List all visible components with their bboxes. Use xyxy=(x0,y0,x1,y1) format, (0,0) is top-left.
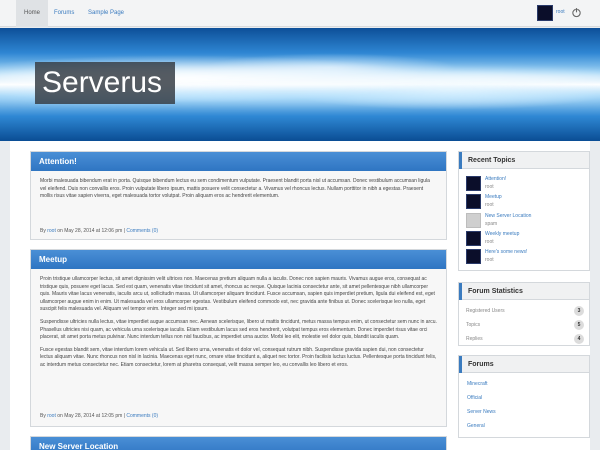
post-meetup: Meetup Proin tristique ullamcorper lectu… xyxy=(30,249,447,427)
recent-topic-item[interactable]: Weekly meetup root xyxy=(466,231,584,247)
post-comments-link[interactable]: Comments (0) xyxy=(126,228,158,234)
post-meta: By root on May 28, 2014 at 12:06 pm | Co… xyxy=(40,228,158,234)
widget-forums: Forums Minecraft Official Server News Ge… xyxy=(458,355,590,438)
forum-link-general[interactable]: General xyxy=(467,423,485,429)
topic-author: root xyxy=(485,257,494,263)
stat-label: Topics xyxy=(466,322,481,328)
topic-title-link[interactable]: Weekly meetup xyxy=(485,231,519,237)
forum-link-official[interactable]: Official xyxy=(467,395,482,401)
site-title[interactable]: Serverus xyxy=(42,65,162,101)
topic-author: root xyxy=(485,202,494,208)
top-nav: Home Forums Sample Page root xyxy=(0,0,600,27)
post-content: Morbi malesuada bibendum erat in porta. … xyxy=(31,171,446,201)
nav-home[interactable]: Home xyxy=(16,0,49,27)
forum-link-minecraft[interactable]: Minecraft xyxy=(467,381,488,387)
post-paragraph: Fusce egestas blandit sem, vitae interdu… xyxy=(40,346,437,368)
post-by: By xyxy=(40,413,46,419)
topic-title-link[interactable]: Meetup xyxy=(485,194,502,200)
logout-icon[interactable] xyxy=(571,7,582,18)
stat-row: Registered Users 3 xyxy=(466,306,584,316)
stat-row: Replies 4 xyxy=(466,334,584,344)
recent-topic-item[interactable]: Attention! root xyxy=(466,176,584,192)
user-name-link[interactable]: root xyxy=(556,9,565,15)
post-author-link[interactable]: root xyxy=(47,228,56,234)
user-avatar[interactable] xyxy=(537,5,553,21)
topic-avatar xyxy=(466,194,481,209)
stat-label: Replies xyxy=(466,336,483,342)
topic-author: spam xyxy=(485,221,498,227)
stat-row: Topics 5 xyxy=(466,320,584,330)
widget-title: Forum Statistics xyxy=(459,283,589,300)
topic-title-link[interactable]: Here's some news! xyxy=(485,249,527,255)
post-date: on May 28, 2014 at 12:05 pm | xyxy=(57,413,125,419)
post-title[interactable]: New Server Location xyxy=(31,437,446,450)
post-content: Proin tristique ullamcorper lectus, sit … xyxy=(31,269,446,370)
post-comments-link[interactable]: Comments (0) xyxy=(126,413,158,419)
topic-avatar xyxy=(466,213,481,228)
widget-title: Recent Topics xyxy=(459,152,589,169)
post-paragraph: Proin tristique ullamcorper lectus, sit … xyxy=(40,276,435,313)
topic-avatar xyxy=(466,176,481,191)
recent-topic-item[interactable]: New Server Location spam xyxy=(466,213,584,229)
nav-forums[interactable]: Forums xyxy=(46,0,82,27)
post-paragraph: Suspendisse ultricies nulla lectus, vita… xyxy=(40,318,437,341)
widget-recent-topics: Recent Topics Attention! root Meetup roo… xyxy=(458,151,590,271)
topic-avatar xyxy=(466,249,481,264)
post-paragraph: Morbi malesuada bibendum erat in porta. … xyxy=(40,178,430,200)
post-date: on May 28, 2014 at 12:06 pm | xyxy=(57,228,125,234)
post-new-server-location: New Server Location xyxy=(30,436,447,450)
topic-author: root xyxy=(485,184,494,190)
stat-count-badge: 3 xyxy=(574,306,584,316)
recent-topic-item[interactable]: Here's some news! root xyxy=(466,249,584,265)
post-attention: Attention! Morbi malesuada bibendum erat… xyxy=(30,151,447,240)
topic-title-link[interactable]: New Server Location xyxy=(485,213,531,219)
widget-forum-statistics: Forum Statistics Registered Users 3 Topi… xyxy=(458,282,590,346)
post-title[interactable]: Meetup xyxy=(31,250,446,269)
topic-avatar xyxy=(466,231,481,246)
forum-link-server-news[interactable]: Server News xyxy=(467,409,496,415)
topic-author: root xyxy=(485,239,494,245)
stat-label: Registered Users xyxy=(466,308,505,314)
main-container: Attention! Morbi malesuada bibendum erat… xyxy=(10,141,590,450)
recent-topic-item[interactable]: Meetup root xyxy=(466,194,584,210)
post-title[interactable]: Attention! xyxy=(31,152,446,171)
post-by: By xyxy=(40,228,46,234)
post-author-link[interactable]: root xyxy=(47,413,56,419)
stat-count-badge: 4 xyxy=(574,334,584,344)
nav-sample-page[interactable]: Sample Page xyxy=(80,0,132,27)
topic-title-link[interactable]: Attention! xyxy=(485,176,506,182)
stat-count-badge: 5 xyxy=(574,320,584,330)
post-meta: By root on May 28, 2014 at 12:05 pm | Co… xyxy=(40,413,158,419)
widget-title: Forums xyxy=(459,356,589,373)
header-banner: Serverus xyxy=(0,28,600,141)
